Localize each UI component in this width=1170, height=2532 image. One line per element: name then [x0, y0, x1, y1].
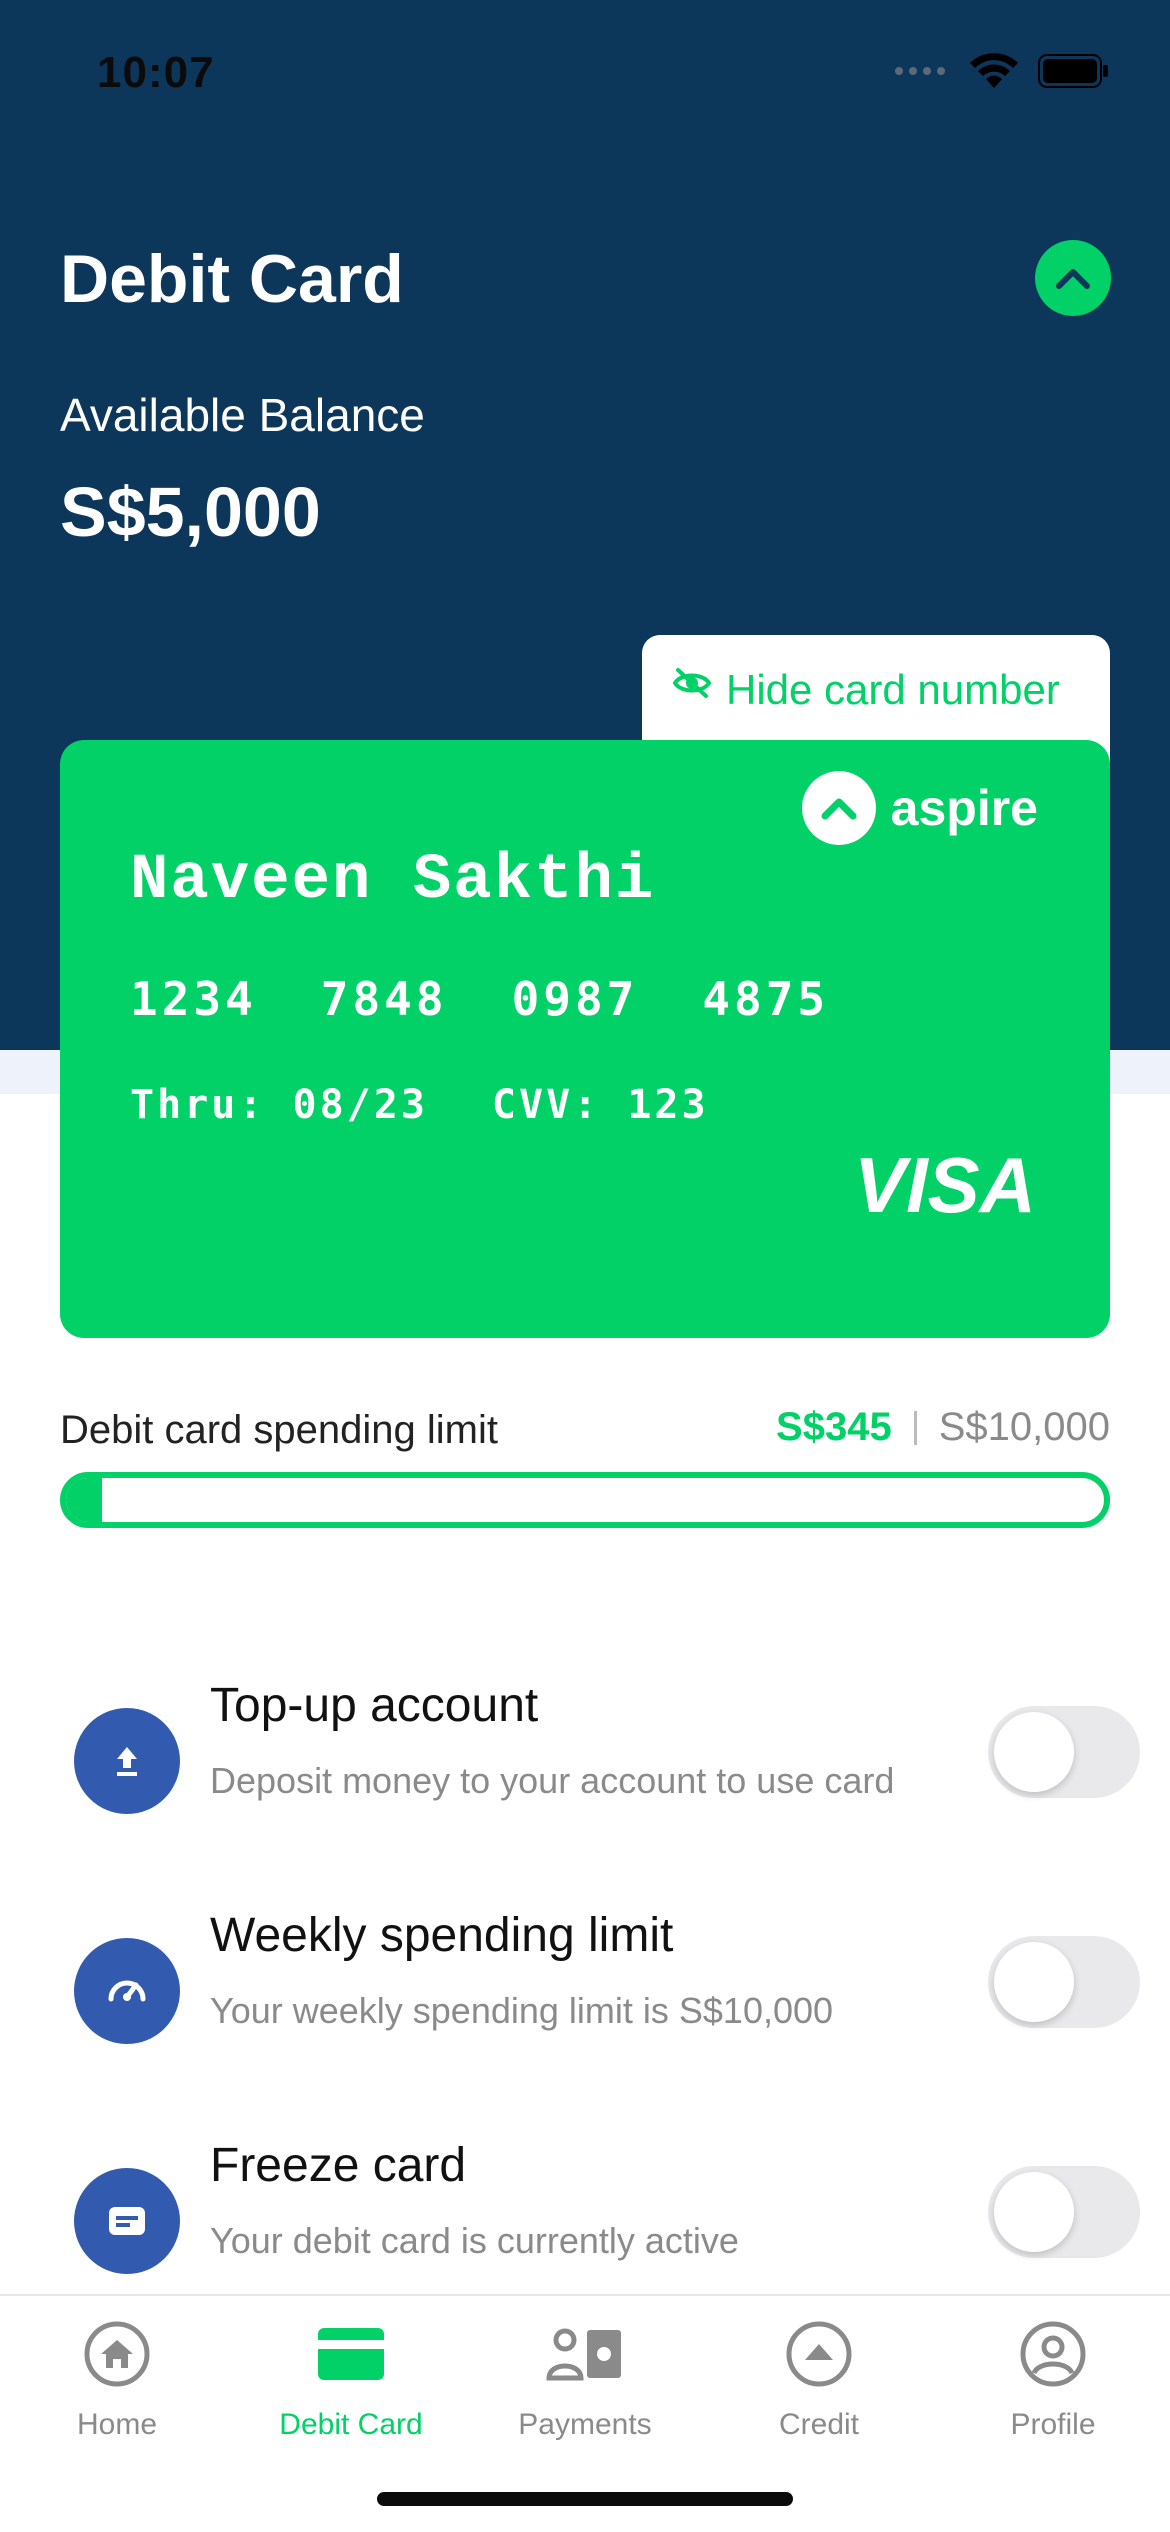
- toggle-knob: [994, 2172, 1074, 2252]
- tab-label: Credit: [778, 2408, 860, 2441]
- debit-card: aspire Naveen Sakthi 1234 7848 0987 4875…: [60, 740, 1110, 1338]
- visa-logo: VISA: [853, 1141, 1036, 1229]
- tab-profile[interactable]: Profile: [936, 2318, 1170, 2442]
- spending-limit-values: S$345 S$10,000: [776, 1405, 1110, 1450]
- topup-account-toggle[interactable]: [988, 1706, 1140, 1798]
- setting-title: Top-up account: [210, 1679, 539, 1732]
- card-number-group: 7848: [320, 972, 448, 1026]
- card-number-group: 0987: [511, 972, 639, 1026]
- card-number: 1234 7848 0987 4875: [130, 972, 829, 1026]
- spending-limit-progress-fill: [66, 1478, 102, 1522]
- toggle-knob: [994, 1712, 1074, 1792]
- profile-icon: [1019, 2318, 1087, 2390]
- aspire-logo[interactable]: [1035, 240, 1111, 316]
- spending-limit-spent: S$345: [776, 1405, 892, 1449]
- spending-limit-divider: [913, 1410, 917, 1445]
- signal-icon: [895, 67, 945, 75]
- tab-label: Payments: [518, 2408, 652, 2441]
- tab-label: Profile: [1010, 2408, 1096, 2441]
- tab-label: Debit Card: [279, 2408, 423, 2441]
- hide-card-number-label: Hide card number: [726, 666, 1060, 713]
- credit-icon: [785, 2318, 853, 2390]
- tab-payments[interactable]: Payments: [468, 2318, 702, 2442]
- balance-label: Available Balance: [60, 389, 425, 441]
- card-number-group: 4875: [702, 972, 830, 1026]
- battery-icon: [1038, 54, 1108, 88]
- setting-subtitle: Your debit card is currently active: [210, 2220, 739, 2261]
- card-cvv: CVV: 123: [491, 1082, 709, 1128]
- card-brand: aspire: [801, 770, 1038, 846]
- eye-off-icon: [672, 668, 712, 698]
- card-icon: [318, 2318, 384, 2390]
- tab-credit[interactable]: Credit: [702, 2318, 936, 2442]
- toggle-knob: [994, 1942, 1074, 2022]
- status-time: 10:07: [97, 48, 215, 97]
- tab-home[interactable]: Home: [0, 2318, 234, 2442]
- payments-icon: [545, 2318, 625, 2390]
- home-icon: [83, 2318, 151, 2390]
- setting-subtitle: Your weekly spending limit is S$10,000: [210, 1990, 834, 2031]
- setting-title: Weekly spending limit: [210, 1909, 674, 1962]
- tab-debit-card[interactable]: Debit Card: [234, 2318, 468, 2442]
- weekly-spending-limit-toggle[interactable]: [988, 1936, 1140, 2028]
- spending-limit-progress: [60, 1472, 1110, 1528]
- upload-icon: [74, 1708, 180, 1814]
- spending-limit-label: Debit card spending limit: [60, 1408, 498, 1452]
- wifi-icon: [970, 53, 1018, 88]
- home-indicator: [377, 2492, 793, 2506]
- card-meta: Thru: 08/23 CVV: 123: [130, 1082, 709, 1128]
- status-indicators: [894, 52, 1110, 90]
- balance-value: S$5,000: [60, 473, 321, 551]
- card-number-group: 1234: [130, 972, 257, 1026]
- page-title: Debit Card: [60, 241, 404, 317]
- card-expiry: Thru: 08/23: [130, 1082, 428, 1128]
- card-freeze-icon: [74, 2168, 180, 2274]
- setting-title: Freeze card: [210, 2139, 467, 2192]
- chevron-up-icon: [1056, 269, 1090, 289]
- card-brand-name: aspire: [890, 780, 1038, 836]
- aspire-logo-icon: [801, 771, 876, 845]
- setting-topup-account: Top-up account Deposit money to your acc…: [0, 1668, 1170, 1868]
- setting-subtitle: Deposit money to your account to use car…: [210, 1760, 895, 1801]
- freeze-card-toggle[interactable]: [988, 2166, 1140, 2258]
- tab-label: Home: [76, 2408, 158, 2441]
- card-holder-name: Naveen Sakthi: [130, 845, 656, 917]
- speedometer-icon: [74, 1938, 180, 2044]
- spending-limit-total: S$10,000: [938, 1405, 1110, 1449]
- setting-weekly-spending-limit: Weekly spending limit Your weekly spendi…: [0, 1898, 1170, 2098]
